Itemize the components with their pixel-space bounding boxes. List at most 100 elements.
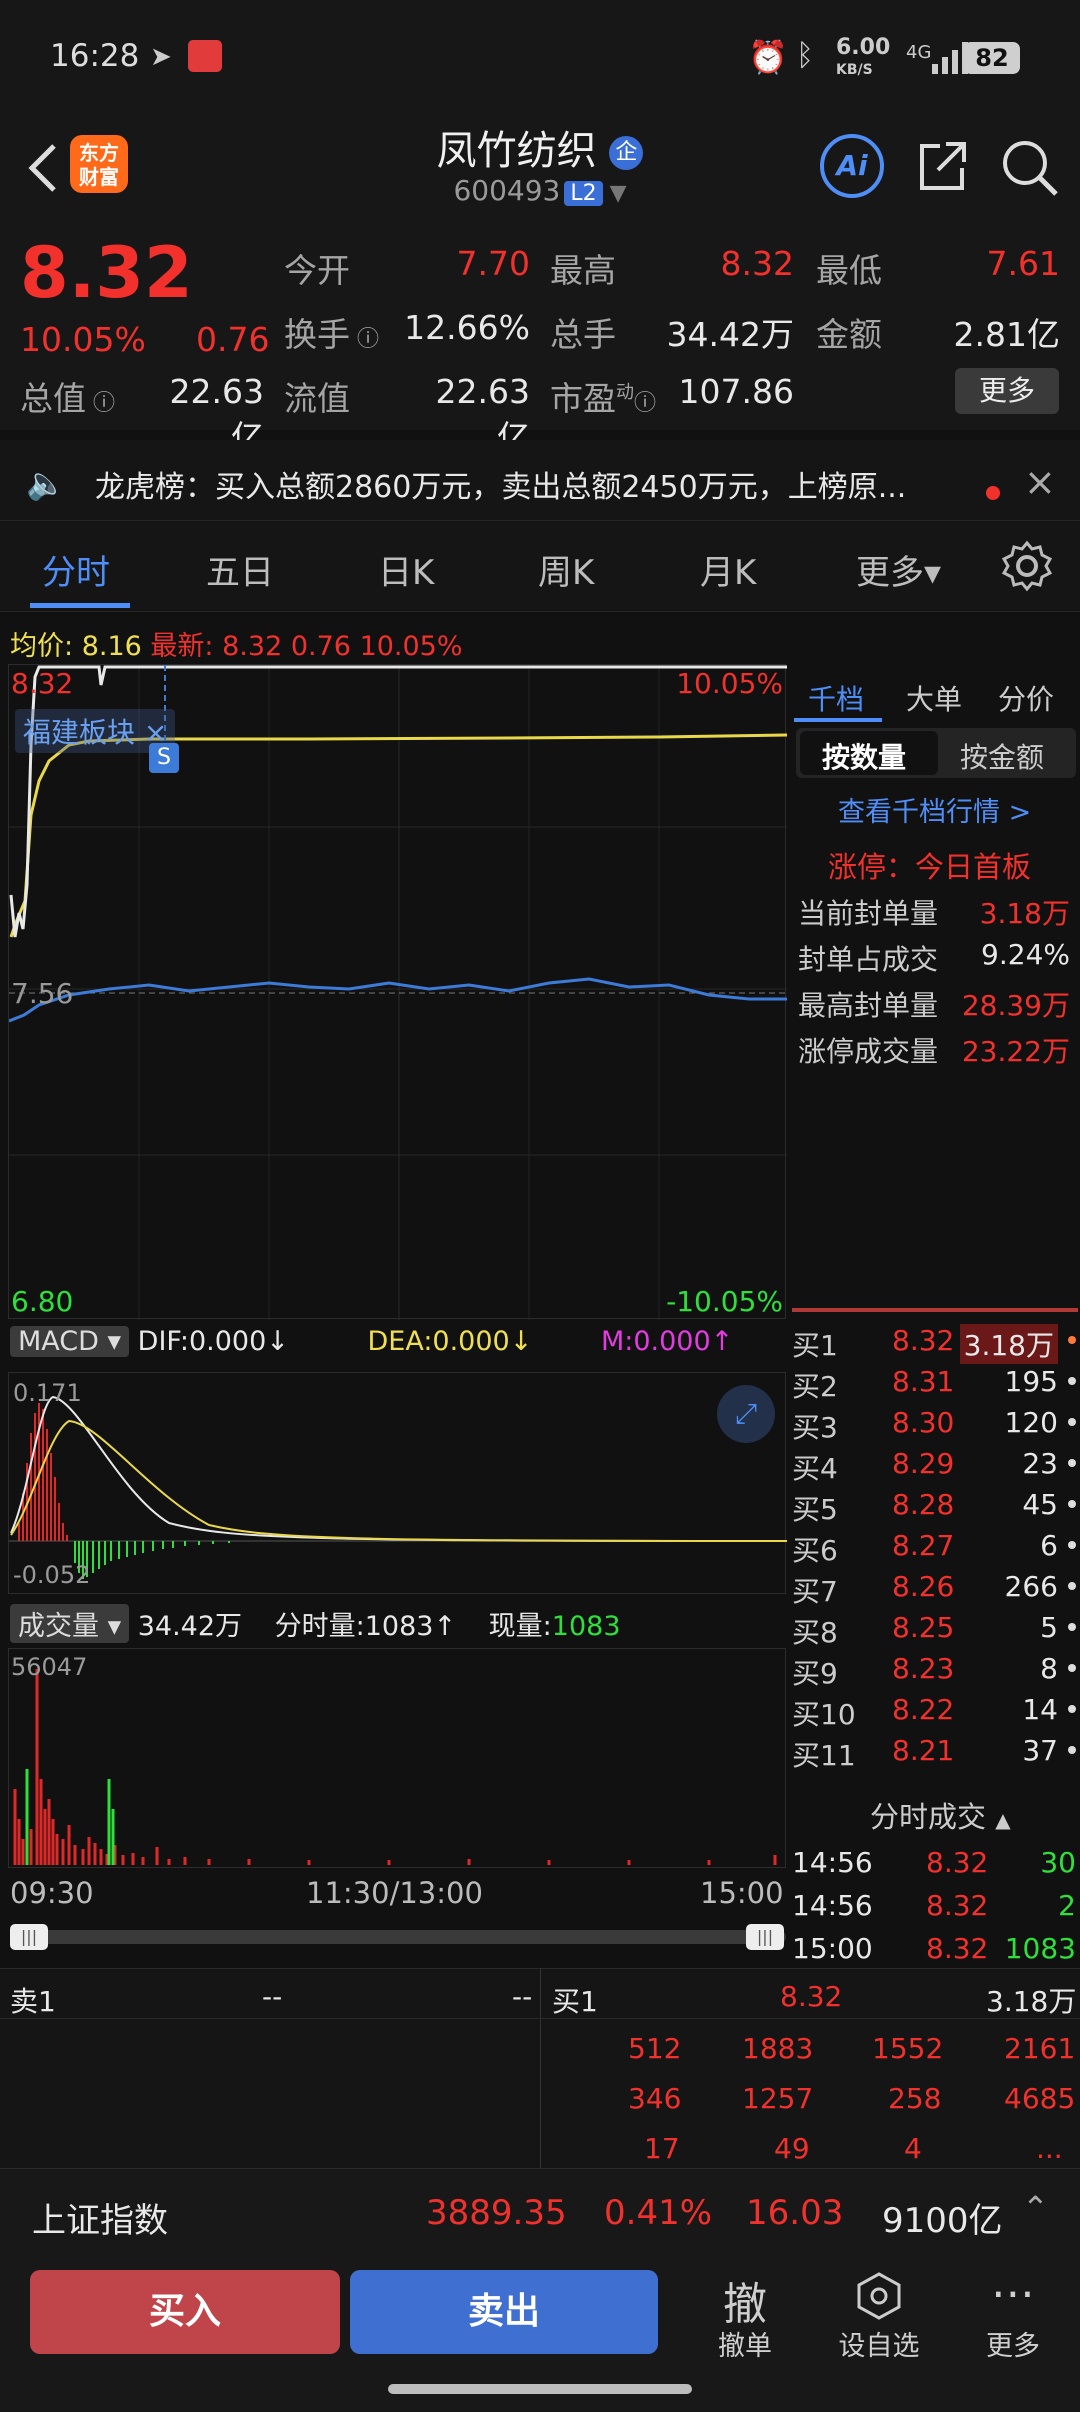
index-change: 16.03	[746, 2193, 844, 2233]
net-speed: 6.00 KB/S	[836, 35, 891, 79]
bid1-qty: 3.18万	[986, 1985, 1077, 2018]
index-value: 3889.35	[426, 2193, 567, 2233]
unread-dot	[986, 486, 1000, 500]
search-icon[interactable]	[998, 136, 1062, 200]
queue-cell: 512	[628, 2032, 682, 2065]
ask1-price: --	[262, 1980, 283, 2013]
expand-icon[interactable]: ⤢	[717, 1385, 775, 1443]
bid-row[interactable]: 买10 8.22 14	[792, 1689, 1080, 1731]
bid-row[interactable]: 买11 8.21 37	[792, 1730, 1080, 1772]
open-label: 今开	[284, 251, 350, 290]
turnover-label: 换手 ⓘ	[284, 315, 379, 354]
status-time: 16:28	[50, 38, 140, 74]
news-ticker[interactable]: 🔈 龙虎榜：买入总额2860万元，卖出总额2450万元，上榜原... ×	[0, 440, 1080, 520]
intraday-chart[interactable]: 8.32 10.05% 7.56 6.80 -10.05% 福建板块 × S	[8, 664, 787, 1320]
turnover-value: 12.66%	[404, 308, 530, 347]
bid-row[interactable]: 买3 8.30 120	[792, 1402, 1080, 1444]
stock-header: 东方 财富 凤竹纺织 企 600493 L2 ▼ Ai	[0, 118, 1080, 218]
macd-header: MACD ▾ DIF:0.000↓ DEA:0.000↓ M:0.000↑	[10, 1326, 733, 1357]
bid-row[interactable]: 买5 8.28 45	[792, 1484, 1080, 1526]
ai-button[interactable]: Ai	[820, 134, 884, 198]
bluetooth-icon: ᛒ	[796, 38, 814, 73]
low-label: 最低	[816, 251, 882, 290]
seal-qty-label: 当前封单量	[798, 897, 939, 930]
volume-selector[interactable]: 成交量 ▾	[10, 1604, 130, 1643]
view-depth-link[interactable]: 查看千档行情 >	[838, 790, 1031, 829]
queue-cell: 4685	[1004, 2082, 1076, 2115]
tab-thousand-level[interactable]: 千档	[808, 678, 864, 718]
tab-weekly-k[interactable]: 周K	[538, 545, 594, 594]
queue-cell: 4	[904, 2132, 922, 2165]
index-name: 上证指数	[32, 2201, 168, 2241]
trade-row: 15:00 8.32 1083	[792, 1932, 1076, 1965]
watch-label: 设自选	[838, 2331, 920, 2362]
tab-monthly-k[interactable]: 月K	[700, 545, 756, 594]
time-start: 09:30	[10, 1876, 94, 1910]
tab-big-order[interactable]: 大单	[906, 678, 962, 718]
buy-button[interactable]: 买入	[30, 2270, 340, 2354]
macd-selector[interactable]: MACD ▾	[10, 1326, 130, 1357]
bid-row[interactable]: 买1 8.32 3.18万	[792, 1320, 1080, 1364]
index-amount: 9100亿	[882, 2201, 1003, 2241]
tab-more[interactable]: 更多▾	[856, 545, 941, 594]
rp-tab-indicator	[794, 718, 882, 722]
bid-row[interactable]: 买9 8.23 8	[792, 1648, 1080, 1690]
bid-row[interactable]: 买6 8.27 6	[792, 1525, 1080, 1567]
amount-label: 金额	[816, 315, 882, 354]
limit-volume-value: 23.22万	[961, 1035, 1070, 1068]
trades-title[interactable]: 分时成交 ▲	[870, 1794, 1011, 1836]
change-amount: 0.76	[196, 320, 270, 359]
limit-volume-label: 涨停成交量	[798, 1035, 939, 1068]
queue-cell: 1883	[742, 2032, 814, 2065]
queue-cell: 1257	[742, 2082, 814, 2115]
more-label: 更多	[986, 2331, 1040, 2362]
bid-row[interactable]: 买2 8.31 195	[792, 1361, 1080, 1403]
trade-row: 14:56 8.32 2	[792, 1889, 1076, 1922]
current-price: 8.32	[20, 232, 193, 314]
macd-chart[interactable]: 0.171 -0.052 ⤢	[8, 1372, 787, 1594]
tab-five-day[interactable]: 五日	[206, 545, 274, 594]
sell-button[interactable]: 卖出	[350, 2270, 658, 2354]
float-label: 流值	[284, 379, 350, 418]
queue-cell: 49	[774, 2132, 810, 2165]
ticker-text: 龙虎榜：买入总额2860万元，卖出总额2450万元，上榜原...	[95, 470, 907, 505]
time-range-slider[interactable]	[14, 1930, 786, 1944]
network-type: 4G	[906, 42, 932, 63]
index-pct: 0.41%	[604, 2193, 713, 2233]
chevron-up-icon[interactable]: ⌃	[1022, 2189, 1049, 2227]
more-quote-button[interactable]: 更多	[955, 368, 1059, 414]
sell-signal-marker[interactable]: S	[149, 743, 179, 773]
queue-cell: 346	[628, 2082, 682, 2115]
more-nav-button[interactable]: ⋯ 更多	[958, 2268, 1068, 2363]
ask1-qty: --	[512, 1980, 533, 2013]
quote-panel: 8.32 10.05% 0.76 总值 ⓘ 22.63亿 今开 7.70 换手 …	[0, 218, 1080, 457]
slider-left-handle[interactable]: |||	[10, 1924, 48, 1950]
chart-tabs: 分时 五日 日K 周K 月K 更多▾	[0, 520, 1080, 612]
index-bar[interactable]: 上证指数 3889.35 0.41% 16.03 9100亿 ⌃	[0, 2168, 1080, 2258]
bid-row[interactable]: 买4 8.29 23	[792, 1443, 1080, 1485]
tab-price-dist[interactable]: 分价	[998, 678, 1054, 718]
pe-value: 107.86	[678, 372, 794, 411]
bid-row[interactable]: 买7 8.26 266	[792, 1566, 1080, 1608]
volume-header: 成交量 ▾ 34.42万 分时量:1083↑ 现量:1083	[10, 1604, 621, 1643]
by-amount-button[interactable]: 按金额	[960, 736, 1044, 776]
bid-row[interactable]: 买8 8.25 5	[792, 1607, 1080, 1649]
tab-daily-k[interactable]: 日K	[378, 545, 434, 594]
gear-icon[interactable]	[1000, 539, 1054, 593]
telegram-icon: ➤	[150, 42, 172, 72]
alarm-icon: ⏰	[748, 38, 788, 76]
chart-info-line: 均价: 8.16 最新: 8.32 0.76 10.05%	[10, 631, 463, 662]
tab-intraday[interactable]: 分时	[42, 545, 110, 594]
amount-value: 2.81亿	[953, 315, 1060, 354]
close-icon[interactable]: ×	[1024, 460, 1056, 504]
slider-right-handle[interactable]: |||	[746, 1924, 784, 1950]
add-watchlist-button[interactable]: 设自选	[824, 2268, 934, 2363]
change-pct: 10.05%	[20, 320, 146, 359]
home-indicator[interactable]	[388, 2384, 692, 2394]
by-qty-button[interactable]: 按数量	[822, 736, 906, 776]
bid1-label: 买1	[552, 1985, 598, 2018]
volume-chart[interactable]: 56047	[8, 1648, 786, 1868]
share-icon[interactable]	[912, 136, 972, 196]
cancel-order-button[interactable]: 撤 撤单	[690, 2268, 800, 2363]
time-end: 15:00	[700, 1876, 784, 1910]
